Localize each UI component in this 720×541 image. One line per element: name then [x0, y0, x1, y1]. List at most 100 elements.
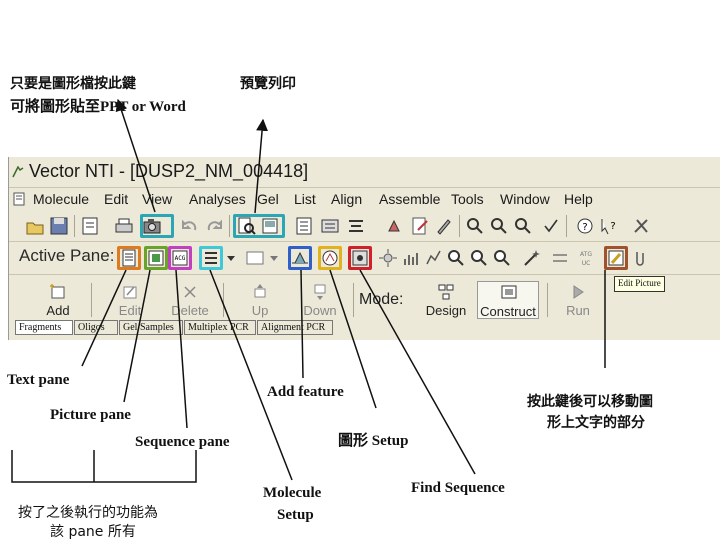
- run-button-label: Run: [566, 303, 590, 318]
- construct-icon: [501, 285, 517, 299]
- delete-button-label: Delete: [171, 303, 209, 318]
- zoom-out-icon[interactable]: [468, 247, 490, 269]
- delete-icon: [184, 286, 196, 298]
- menu-help[interactable]: Help: [564, 191, 593, 207]
- svg-text:?: ?: [610, 221, 615, 232]
- edit-button[interactable]: Edit: [101, 281, 159, 319]
- print-preview-highlight: [233, 214, 285, 238]
- construct-button[interactable]: Construct: [477, 281, 539, 319]
- menu-bar: Molecule Edit View Analyses Gel List Ali…: [9, 188, 720, 210]
- molecule-setup-note-line1: Molecule: [263, 485, 322, 501]
- up-button[interactable]: Up: [231, 281, 289, 319]
- picture-pane-note: Picture pane: [50, 407, 131, 423]
- svg-text:?: ?: [582, 222, 587, 233]
- wand-icon[interactable]: [521, 247, 543, 269]
- menu-assemble[interactable]: Assemble: [379, 191, 440, 207]
- paperclip-icon[interactable]: [629, 247, 651, 269]
- reverse-icon[interactable]: [549, 247, 571, 269]
- menu-view[interactable]: View: [142, 191, 172, 207]
- menu-tools[interactable]: Tools: [451, 191, 484, 207]
- add-feature-highlight: [288, 246, 312, 270]
- tools-icon[interactable]: [630, 215, 652, 237]
- dropdown-arrow-2-icon[interactable]: [267, 247, 281, 269]
- toolbar-separator: [91, 283, 92, 317]
- edit-icon: [123, 286, 137, 299]
- menu-align[interactable]: Align: [331, 191, 362, 207]
- text-pane-note: Text pane: [7, 372, 70, 388]
- zoom-in-icon[interactable]: [445, 247, 467, 269]
- edit-picture-highlight: [604, 246, 628, 270]
- settings-list-icon[interactable]: [319, 215, 341, 237]
- bracket-panes: [11, 450, 197, 483]
- align-icon[interactable]: [345, 215, 367, 237]
- sequence-pane-note: Sequence pane: [135, 434, 230, 450]
- complement-icon[interactable]: ATG UC: [575, 247, 597, 269]
- properties-icon[interactable]: [79, 215, 101, 237]
- edit-doc-icon[interactable]: [409, 215, 431, 237]
- design-button[interactable]: Design: [417, 281, 475, 319]
- menu-molecule[interactable]: Molecule: [33, 191, 89, 207]
- context-help-icon[interactable]: ?: [598, 215, 620, 237]
- tab-multiplex-pcr[interactable]: Multiplex PCR: [184, 320, 256, 335]
- toolbar-separator: [229, 215, 230, 237]
- standard-toolbar: ? ?: [9, 211, 720, 242]
- svg-text:UC: UC: [582, 260, 591, 267]
- edit-picture-tooltip: Edit Picture: [614, 276, 665, 292]
- gel-icon[interactable]: [401, 247, 423, 269]
- toolbar-separator: [74, 215, 75, 237]
- text-pane-highlight: [117, 246, 141, 270]
- document-icon[interactable]: [12, 192, 26, 206]
- tab-fragments[interactable]: Fragments: [15, 320, 73, 335]
- run-icon: [573, 285, 584, 299]
- up-button-label: Up: [251, 303, 269, 318]
- app-window: Vector NTI - [DUSP2_NM_004418] Molecule …: [8, 157, 720, 340]
- help-icon[interactable]: ?: [574, 215, 596, 237]
- tab-oligos[interactable]: Oligos: [74, 320, 118, 335]
- open-icon[interactable]: [24, 215, 46, 237]
- check-icon[interactable]: [540, 215, 562, 237]
- undo-icon[interactable]: [179, 215, 201, 237]
- mode-label: Mode:: [359, 291, 404, 308]
- list-icon[interactable]: [293, 215, 315, 237]
- down-button[interactable]: Down: [291, 281, 349, 319]
- add-feature-note: Add feature: [267, 384, 344, 400]
- search-next-icon[interactable]: [488, 215, 510, 237]
- dropdown-arrow-icon[interactable]: [224, 247, 238, 269]
- down-button-label: Down: [303, 303, 337, 318]
- tab-alignment-pcr[interactable]: Alignment PCR: [257, 320, 333, 335]
- design-icon: [438, 284, 454, 300]
- molecule-setup-note-line2: Setup: [277, 507, 314, 523]
- sequence-pane-highlight: [168, 246, 192, 270]
- edit-picture-note-line1: 按此鍵後可以移動圖: [527, 394, 653, 410]
- edit-picture-note-line2: 形上文字的部分: [547, 415, 645, 431]
- menu-edit[interactable]: Edit: [104, 191, 128, 207]
- layout-icon[interactable]: [244, 247, 266, 269]
- picture-pane-highlight: [144, 246, 168, 270]
- print-icon[interactable]: [113, 215, 135, 237]
- copy-note-line1: 只要是圖形檔按此鍵: [10, 76, 136, 92]
- sun-icon[interactable]: [377, 247, 399, 269]
- print-preview-note: 預覽列印: [240, 76, 296, 92]
- menu-window[interactable]: Window: [500, 191, 550, 207]
- copy-note-line2: 可將圖形貼至PPT or Word: [10, 95, 186, 116]
- menu-analyses[interactable]: Analyses: [189, 191, 246, 207]
- app-icon: [12, 166, 24, 178]
- menu-gel[interactable]: Gel: [257, 191, 279, 207]
- redo-icon[interactable]: [203, 215, 225, 237]
- pane-function-note-line2: 該 pane 所有: [50, 524, 136, 540]
- run-button[interactable]: Run: [549, 281, 607, 319]
- menu-list[interactable]: List: [294, 191, 316, 207]
- add-button[interactable]: Add: [29, 281, 87, 319]
- search-prev-icon[interactable]: [512, 215, 534, 237]
- save-icon[interactable]: [48, 215, 70, 237]
- title-bar: Vector NTI - [DUSP2_NM_004418]: [9, 157, 720, 188]
- chart-icon[interactable]: [423, 247, 445, 269]
- search-icon[interactable]: [464, 215, 486, 237]
- find-sequence-note: Find Sequence: [411, 480, 505, 496]
- add-button-label: Add: [46, 303, 70, 318]
- pen-icon[interactable]: [433, 215, 455, 237]
- tab-gel-samples[interactable]: Gel Samples: [119, 320, 183, 335]
- assemble-icon[interactable]: [385, 215, 407, 237]
- zoom-fit-icon[interactable]: [491, 247, 513, 269]
- delete-button[interactable]: Delete: [161, 281, 219, 319]
